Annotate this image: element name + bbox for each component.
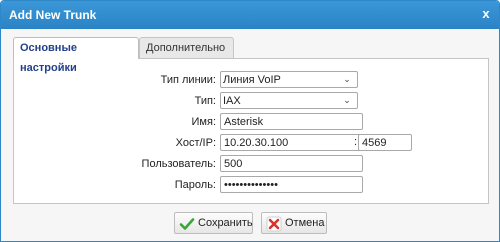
line-type-select[interactable]: Линия VoIP [220,71,358,88]
password-input[interactable] [220,176,363,193]
name-label: Имя: [191,116,216,128]
form-row-type: Тип: IAX ⌄ [14,92,488,112]
dialog-titlebar: Add New Trunk x [1,1,499,29]
form-row-host: Хост/IP: : [14,134,488,154]
x-icon [266,216,282,232]
password-label: Пароль: [174,179,216,191]
checkmark-icon [179,218,195,230]
cancel-button[interactable]: Отмена [261,212,327,234]
form-row-name: Имя: [14,113,488,133]
form-row-user: Пользователь: [14,155,488,175]
form-row-password: Пароль: [14,176,488,196]
port-separator: : [354,136,358,148]
user-input[interactable] [220,155,363,172]
host-label: Хост/IP: [175,137,216,149]
add-trunk-dialog: Add New Trunk x Основные настройки Допол… [0,0,500,242]
type-label: Тип: [194,95,216,107]
save-button[interactable]: Сохранить [174,212,253,234]
tab-basic-settings[interactable]: Основные настройки [13,37,139,74]
save-button-label: Сохранить [198,217,253,229]
close-icon[interactable]: x [479,6,493,22]
tab-panel-basic: Тип линии: Линия VoIP ⌄ Тип: IAX ⌄ Имя: … [13,58,489,204]
dialog-title: Add New Trunk [9,8,97,22]
host-input[interactable] [220,134,363,151]
dialog-footer: Сохранить Отмена [1,203,499,241]
name-input[interactable] [220,113,363,130]
form-row-line-type: Тип линии: Линия VoIP ⌄ [14,71,488,91]
cancel-button-label: Отмена [285,217,325,229]
user-label: Пользователь: [141,158,216,170]
tab-advanced[interactable]: Дополнительно [139,37,234,58]
port-input[interactable] [358,134,412,151]
line-type-label: Тип линии: [160,74,216,86]
type-select[interactable]: IAX [220,92,358,109]
